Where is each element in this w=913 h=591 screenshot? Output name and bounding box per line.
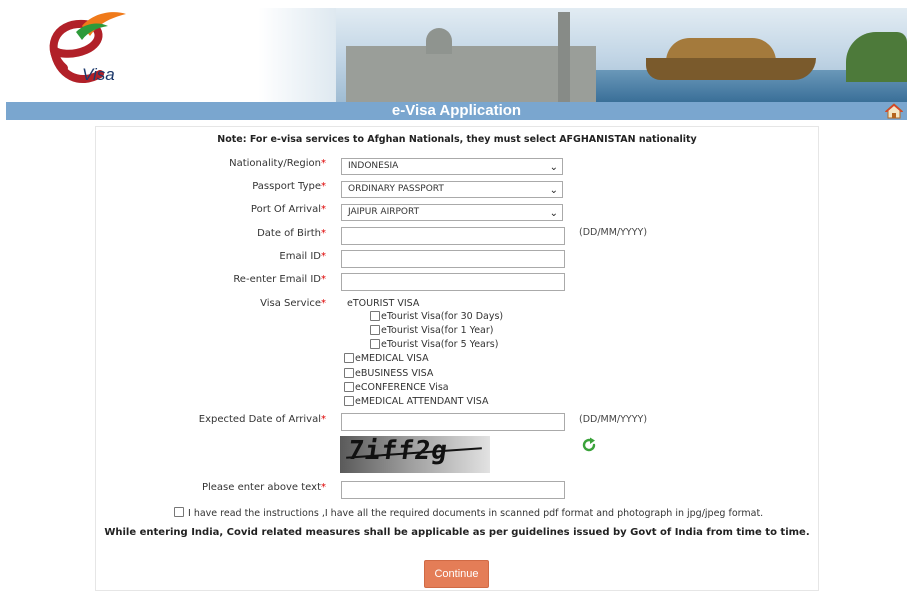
page-title: e-Visa Application xyxy=(391,102,522,119)
captcha-input-label: Please enter above text* xyxy=(201,482,326,493)
etourist-30-days-label: eTourist Visa(for 30 Days) xyxy=(381,311,504,322)
reenter-email-input[interactable] xyxy=(341,273,565,291)
expected-arrival-format-hint: (DD/MM/YYYY) xyxy=(579,414,648,425)
continue-button[interactable]: Continue xyxy=(424,560,489,588)
passport-type-select[interactable]: ORDINARY PASSPORT ⌄ xyxy=(341,181,563,198)
application-form: Note: For e-visa services to Afghan Nati… xyxy=(95,126,819,591)
logo-text: Visa xyxy=(82,65,115,84)
declaration-label: I have read the instructions ,I have all… xyxy=(188,508,764,519)
expected-arrival-input[interactable] xyxy=(341,413,565,431)
port-of-arrival-label: Port Of Arrival* xyxy=(250,204,326,215)
etourist-5-years-label: eTourist Visa(for 5 Years) xyxy=(381,339,499,350)
etourist-30-days-checkbox[interactable] xyxy=(370,311,380,321)
etourist-1-year-label: eTourist Visa(for 1 Year) xyxy=(381,325,494,336)
etourist-5-years-checkbox[interactable] xyxy=(370,339,380,349)
chevron-down-icon: ⌄ xyxy=(549,162,558,173)
emedical-visa-checkbox[interactable] xyxy=(344,353,354,363)
nationality-label: Nationality/Region* xyxy=(229,158,326,169)
banner-tower xyxy=(558,12,570,102)
banner-dome xyxy=(426,28,452,54)
ebusiness-visa-checkbox[interactable] xyxy=(344,368,354,378)
econference-visa-label: eCONFERENCE Visa xyxy=(355,382,449,393)
etourist-1-year-checkbox[interactable] xyxy=(370,325,380,335)
declaration-checkbox[interactable] xyxy=(174,507,184,517)
afghan-nationals-note: Note: For e-visa services to Afghan Nati… xyxy=(217,134,697,145)
email-label: Email ID* xyxy=(279,251,326,262)
captcha-image: 7iff2g xyxy=(340,436,490,473)
captcha-input[interactable] xyxy=(341,481,565,499)
etourist-visa-heading: eTOURIST VISA xyxy=(347,298,420,309)
passport-type-label: Passport Type* xyxy=(252,181,326,192)
port-of-arrival-select[interactable]: JAIPUR AIRPORT ⌄ xyxy=(341,204,563,221)
title-bar: e-Visa Application xyxy=(6,102,907,120)
expected-arrival-label: Expected Date of Arrival* xyxy=(198,414,326,425)
refresh-captcha-icon[interactable] xyxy=(581,437,597,453)
reenter-email-label: Re-enter Email ID* xyxy=(233,274,326,285)
page-frame: Visa e-Visa Application Note: For e-visa… xyxy=(6,8,907,591)
date-of-birth-input[interactable] xyxy=(341,227,565,245)
chevron-down-icon: ⌄ xyxy=(549,185,558,196)
emedical-attendant-visa-checkbox[interactable] xyxy=(344,396,354,406)
nationality-select[interactable]: INDONESIA ⌄ xyxy=(341,158,563,175)
home-icon[interactable] xyxy=(885,103,903,119)
ebusiness-visa-label: eBUSINESS VISA xyxy=(355,368,434,379)
chevron-down-icon: ⌄ xyxy=(549,208,558,219)
banner-trees xyxy=(846,32,907,82)
evisa-logo: Visa xyxy=(49,12,126,84)
header-banner: Visa xyxy=(6,8,907,102)
covid-notice: While entering India, Covid related meas… xyxy=(104,527,810,538)
banner-boat xyxy=(646,58,816,80)
emedical-visa-label: eMEDICAL VISA xyxy=(355,353,429,364)
emedical-attendant-visa-label: eMEDICAL ATTENDANT VISA xyxy=(355,396,489,407)
date-of-birth-format-hint: (DD/MM/YYYY) xyxy=(579,227,648,238)
econference-visa-checkbox[interactable] xyxy=(344,382,354,392)
email-input[interactable] xyxy=(341,250,565,268)
date-of-birth-label: Date of Birth* xyxy=(257,228,326,239)
visa-service-label: Visa Service* xyxy=(260,298,326,309)
